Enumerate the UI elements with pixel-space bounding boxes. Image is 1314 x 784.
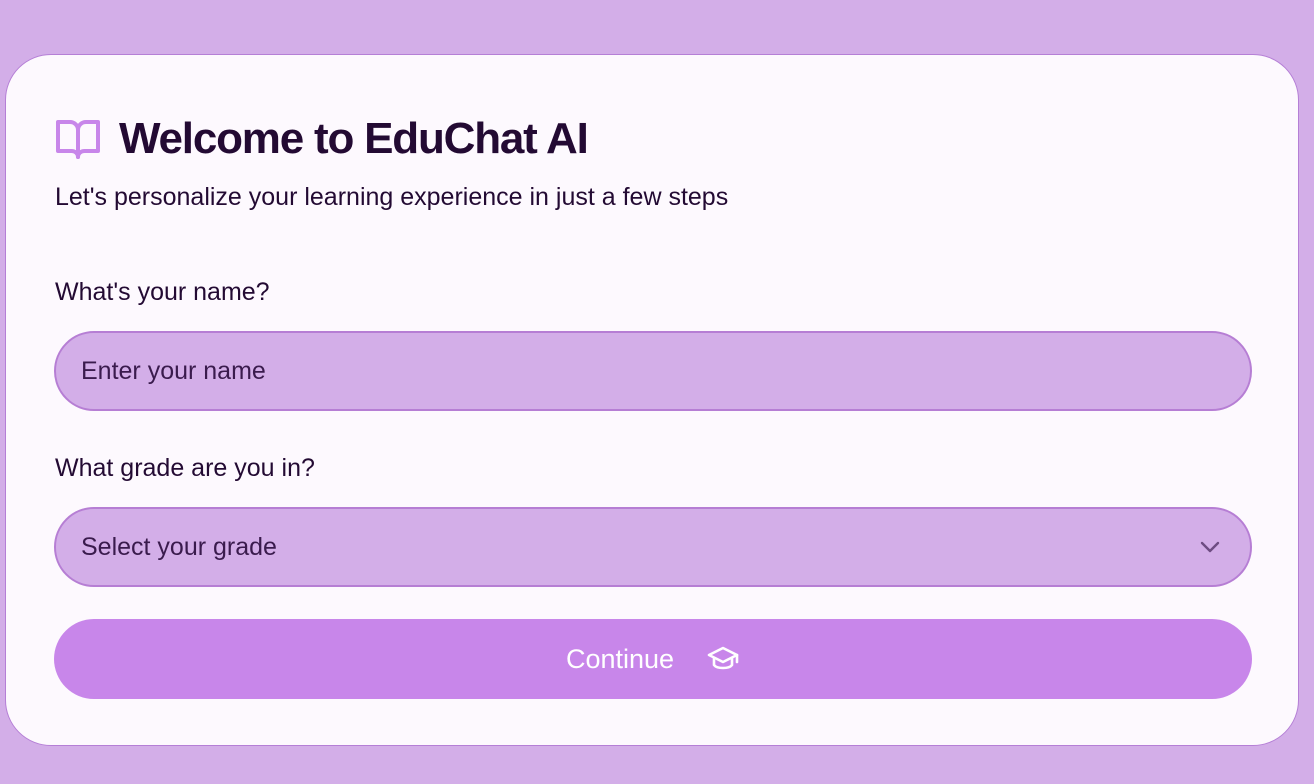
page-subtitle: Let's personalize your learning experien…: [55, 183, 729, 211]
name-label: What's your name?: [55, 278, 270, 306]
chevron-down-icon: [1198, 535, 1222, 559]
graduation-cap-icon: [706, 642, 740, 676]
grade-select-value: Select your grade: [81, 532, 277, 561]
book-open-icon: [55, 116, 101, 162]
name-input[interactable]: [54, 331, 1252, 411]
grade-label: What grade are you in?: [55, 454, 315, 482]
continue-button[interactable]: Continue: [54, 619, 1252, 699]
grade-select[interactable]: Select your grade: [54, 507, 1252, 587]
onboarding-card: Welcome to EduChat AI Let's personalize …: [5, 54, 1299, 746]
title-row: Welcome to EduChat AI: [55, 111, 589, 167]
continue-button-label: Continue: [565, 643, 675, 674]
page-title: Welcome to EduChat AI: [119, 114, 589, 163]
